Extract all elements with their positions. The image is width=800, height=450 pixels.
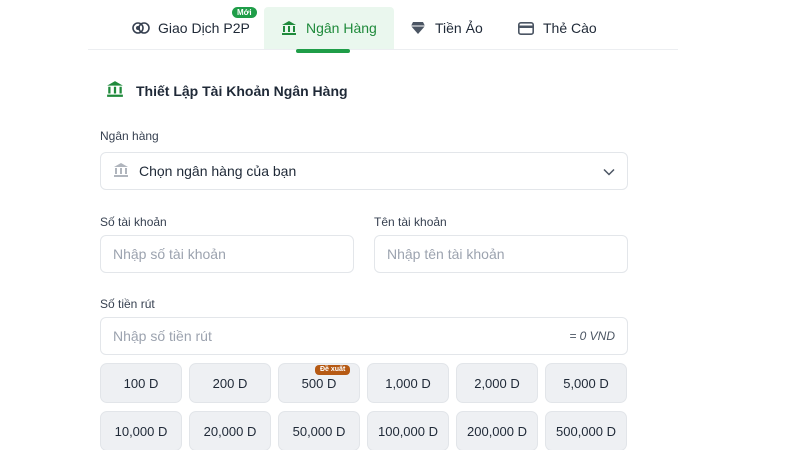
new-badge: Mới bbox=[232, 7, 257, 18]
amount-label: Số tiền rút bbox=[100, 297, 155, 311]
active-tab-indicator bbox=[296, 49, 350, 53]
amount-chip[interactable]: 20,000 D bbox=[189, 411, 271, 450]
bank-select[interactable]: Chọn ngân hàng của bạn bbox=[100, 152, 628, 190]
bank-icon bbox=[106, 80, 124, 101]
chevron-down-icon bbox=[603, 163, 615, 179]
amount-chip[interactable]: 500,000 D bbox=[545, 411, 627, 450]
tab-label: Tiền Ảo bbox=[435, 20, 483, 36]
account-number-label: Số tài khoản bbox=[100, 215, 167, 229]
account-name-label: Tên tài khoản bbox=[374, 215, 447, 229]
amount-chip[interactable]: 200,000 D bbox=[456, 411, 538, 450]
account-number-field bbox=[100, 235, 354, 273]
tab-label: Giao Dịch P2P bbox=[158, 20, 250, 36]
suggested-badge: Đề xuất bbox=[315, 365, 351, 375]
tab-label: Thẻ Cào bbox=[543, 20, 597, 36]
tab-label: Ngân Hàng bbox=[306, 20, 377, 36]
section-title-text: Thiết Lập Tài Khoản Ngân Hàng bbox=[136, 82, 348, 99]
amount-chip[interactable]: 100 D bbox=[100, 363, 182, 403]
tab-bank[interactable]: Ngân Hàng bbox=[264, 7, 394, 53]
account-name-field bbox=[374, 235, 628, 273]
amount-chip[interactable]: 50,000 D bbox=[278, 411, 360, 450]
amount-input[interactable] bbox=[113, 328, 570, 344]
bank-select-value: Chọn ngân hàng của bạn bbox=[139, 163, 297, 179]
bank-icon bbox=[113, 162, 129, 181]
tab-bar: Giao Dịch P2P Mới Ngân Hàng Tiền Ảo Thẻ … bbox=[88, 0, 678, 53]
bank-icon bbox=[280, 19, 298, 37]
tab-crypto[interactable]: Tiền Ảo bbox=[409, 8, 483, 48]
tab-card[interactable]: Thẻ Cào bbox=[517, 8, 597, 48]
amount-chip[interactable]: 200 D bbox=[189, 363, 271, 403]
amount-chip[interactable]: 1,000 D bbox=[367, 363, 449, 403]
p2p-icon bbox=[132, 19, 150, 37]
diamond-icon bbox=[409, 19, 427, 37]
amount-chip[interactable]: 5,000 D bbox=[545, 363, 627, 403]
card-icon bbox=[517, 19, 535, 37]
amount-chip[interactable]: 2,000 D bbox=[456, 363, 538, 403]
account-name-input[interactable] bbox=[387, 246, 615, 262]
amount-chip[interactable]: 10,000 D bbox=[100, 411, 182, 450]
bank-label: Ngân hàng bbox=[100, 129, 159, 143]
amount-conversion: = 0 VND bbox=[569, 329, 615, 343]
amount-field: = 0 VND bbox=[100, 317, 628, 355]
account-number-input[interactable] bbox=[113, 246, 341, 262]
section-title: Thiết Lập Tài Khoản Ngân Hàng bbox=[106, 80, 348, 101]
amount-chip[interactable]: 100,000 D bbox=[367, 411, 449, 450]
